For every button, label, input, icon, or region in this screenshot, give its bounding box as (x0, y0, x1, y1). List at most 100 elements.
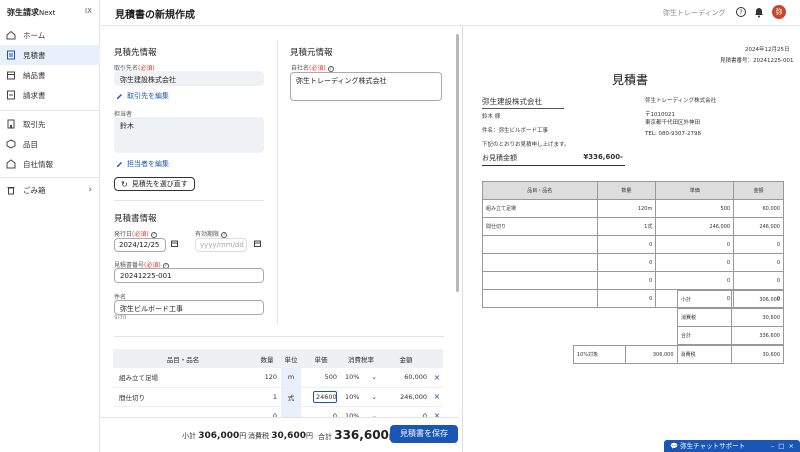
price-cell[interactable]: 24600 (301, 387, 341, 407)
qty-cell[interactable]: 120 (253, 368, 281, 388)
close-icon: × (788, 442, 794, 450)
reselect-client-button[interactable]: ↻ 見積先を選び直す (114, 177, 195, 191)
preview-address: 東京都千代田区外神田 (645, 120, 701, 126)
delete-row-icon[interactable]: × (431, 387, 443, 407)
footer-subtotal: 小計 306,000円 (182, 431, 247, 441)
preview-tel: TEL: 080-9307-2798 (645, 131, 701, 137)
chat-support-bar[interactable]: 💬 弥生チャットサポート – □ × (664, 440, 800, 452)
trash-icon (6, 185, 16, 195)
preview-contact: 鈴木 様 (482, 114, 501, 120)
subject-field[interactable]: 弥生ビルボード工事 (114, 300, 264, 315)
client-section-title: 見積先情報 (114, 48, 157, 58)
calendar-icon[interactable] (171, 240, 178, 249)
sidebar-item-company[interactable]: 自社情報 (0, 154, 100, 174)
table-row: 10%対象 306,000 消費税 30,600 (573, 345, 784, 364)
table-row: 000 (482, 271, 784, 290)
expiry-date-label: 有効期限? (195, 231, 228, 238)
quote-number-field[interactable]: 20241225-001 (114, 268, 264, 283)
help-icon[interactable]: ? (736, 7, 746, 17)
items-table: 品目・品名 数量 単位 単価 消費税率 金額 組み立て足場 120 m 500 … (113, 349, 443, 426)
delete-row-icon[interactable]: × (431, 368, 443, 388)
issuer-section-title: 見積元情報 (290, 48, 333, 58)
column-header: 数量 (253, 349, 281, 368)
sidebar-divider (0, 110, 100, 111)
chevron-right-icon: › (88, 185, 92, 195)
company-switcher[interactable]: 弥生トレーディング (663, 8, 726, 18)
table-row: 組み立て足場 120m 500 60,000 (482, 199, 784, 218)
company-icon (6, 159, 16, 169)
table-row: 間仕切り 1 式 24600 10% ⌄ 246,000 × (113, 387, 443, 407)
totals-footer: 小計 306,000円 消費税 30,600円 合計 336,600円 見積書を… (100, 417, 458, 452)
sidebar-item-home[interactable]: ホーム (0, 25, 100, 45)
sidebar-item-products[interactable]: 品目 (0, 134, 100, 154)
info-icon: ? (327, 65, 334, 72)
column-header: 消費税率 (341, 349, 381, 368)
preview-issuer: 弥生トレーディング株式会社 (645, 98, 717, 104)
items-header-row: 品目・品名 数量 単位 単価 消費税率 金額 (113, 349, 443, 368)
preview-tax-breakdown: 10%対象 306,000 消費税 30,600 (573, 345, 784, 364)
column-header: 数量 (596, 181, 657, 200)
column-header: 品目・品名 (482, 181, 598, 200)
sidebar-item-label: ごみ箱 (23, 185, 46, 195)
issue-date-field[interactable]: 2024/12/25 (114, 238, 166, 252)
pencil-icon (117, 93, 122, 99)
chat-support-label: 弥生チャットサポート (680, 442, 746, 450)
preview-items-table: 品目・品名 数量 単価 金額 組み立て足場 120m 500 60,000 間仕切り 1… (482, 181, 784, 308)
chat-window-controls[interactable]: – □ × (771, 440, 794, 452)
table-row: 組み立て足場 120 m 500 10% ⌄ 60,000 × (113, 368, 443, 388)
item-name-cell[interactable]: 組み立て足場 (113, 368, 253, 388)
table-row: 消費税 30,600 (676, 308, 784, 327)
sidebar: 弥生請求Next IX ホーム 見積書 納品書 請求書 取引先 品目 自社情報 … (0, 0, 100, 452)
sidebar-item-clients[interactable]: 取引先 (0, 114, 100, 134)
table-row: 000 (482, 253, 784, 272)
sidebar-item-trash[interactable]: ごみ箱 › (0, 180, 100, 200)
column-header: 金額 (381, 349, 431, 368)
calendar-icon[interactable] (254, 240, 261, 249)
form-scrollbar[interactable] (456, 34, 459, 292)
sidebar-item-delivery[interactable]: 納品書 (0, 65, 100, 85)
avatar[interactable]: 弥 (772, 5, 786, 19)
preview-quote-number: 見積書番号：20241225-001 (720, 58, 794, 64)
column-divider (277, 40, 278, 325)
bell-icon[interactable] (754, 6, 764, 20)
chat-icon: 💬 (670, 442, 679, 450)
save-quote-button[interactable]: 見積書を保存 (390, 425, 458, 443)
sidebar-item-label: 品目 (23, 139, 38, 149)
tax-rate-select[interactable]: 10% ⌄ (341, 368, 381, 388)
preview-title: 見積書 (612, 73, 649, 87)
collapse-sidebar-icon[interactable]: IX (85, 7, 92, 15)
preview-subject: 件名：弥生ビルボード工事 (482, 128, 549, 134)
document-icon (6, 50, 16, 60)
unit-cell[interactable]: 式 (281, 387, 301, 407)
refresh-icon: ↻ (121, 179, 128, 189)
home-icon (6, 30, 16, 40)
edit-contact-link[interactable]: 担当者を編集 (116, 159, 169, 169)
app-header: 見積書の新規作成 弥生トレーディング ? 弥 (100, 0, 800, 26)
preview-client: 弥生建設株式会社 (482, 96, 564, 109)
qty-cell[interactable]: 1 (253, 387, 281, 407)
sidebar-divider (0, 177, 100, 178)
section-divider (114, 336, 444, 337)
preview-note: 下記のとおりお見積申し上げます。 (482, 142, 570, 148)
brand-logo: 弥生請求Next (7, 8, 56, 17)
sidebar-item-label: 取引先 (23, 119, 46, 129)
page-title: 見積書の新規作成 (115, 10, 195, 21)
tax-rate-select[interactable]: 10% ⌄ (341, 387, 381, 407)
info-icon: ? (150, 231, 157, 238)
edit-client-link[interactable]: 取引先を編集 (116, 91, 169, 101)
reselect-label: 見積先を選び直す (131, 180, 188, 188)
price-input-active[interactable]: 24600 (313, 390, 337, 403)
company-name-field[interactable]: 弥生トレーディング株式会社 (290, 72, 442, 101)
sidebar-item-label: 納品書 (23, 70, 46, 80)
unit-cell[interactable]: m (281, 368, 301, 388)
sidebar-item-label: ホーム (23, 30, 46, 40)
sidebar-item-invoices[interactable]: 請求書 (0, 85, 100, 105)
footer-total: 合計 336,600円 (318, 428, 396, 442)
expiry-date-field[interactable]: yyyy/mm/dd (195, 238, 247, 252)
preview-amount-row: お見積金額 ¥336,600- (482, 153, 625, 166)
building-icon (6, 119, 16, 129)
minimize-icon: – (770, 442, 775, 450)
sidebar-item-quotes[interactable]: 見積書 (0, 45, 100, 65)
price-cell[interactable]: 500 (301, 368, 341, 388)
item-name-cell[interactable]: 間仕切り (113, 387, 253, 407)
